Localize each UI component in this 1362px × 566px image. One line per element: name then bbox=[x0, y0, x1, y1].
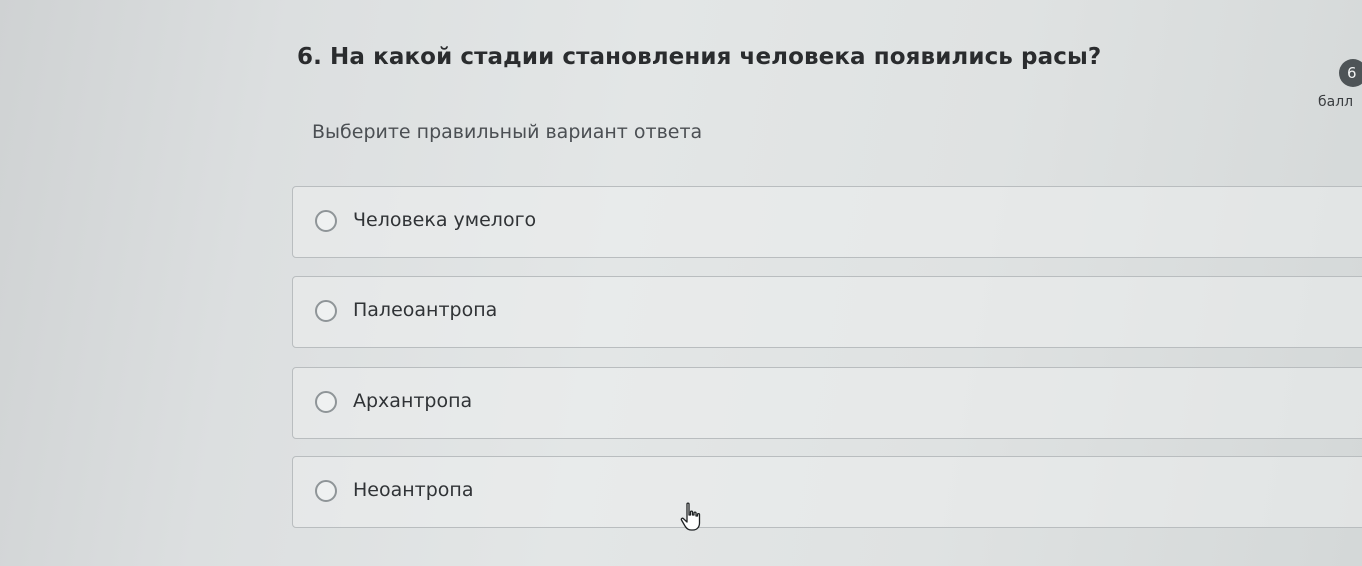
radio-circle-icon[interactable] bbox=[315, 391, 337, 413]
answer-instruction: Выберите правильный вариант ответа bbox=[312, 121, 703, 143]
radio-circle-icon[interactable] bbox=[315, 210, 337, 232]
radio-circle-icon[interactable] bbox=[315, 300, 337, 322]
answer-option-label: Неоантропа bbox=[353, 479, 474, 501]
answer-option-1[interactable]: Человека умелого bbox=[292, 186, 1362, 258]
answer-option-2[interactable]: Палеоантропа bbox=[292, 276, 1362, 348]
answer-option-4[interactable]: Неоантропа bbox=[292, 456, 1362, 528]
answer-option-3[interactable]: Архантропа bbox=[292, 367, 1362, 439]
question-title: 6. На какой стадии становления человека … bbox=[297, 44, 1102, 70]
answer-option-label: Человека умелого bbox=[353, 209, 537, 231]
answer-option-label: Архантропа bbox=[353, 390, 473, 412]
points-badge: 6 bbox=[1339, 59, 1362, 87]
hand-pointer-icon bbox=[680, 502, 701, 531]
radio-circle-icon[interactable] bbox=[315, 480, 337, 502]
points-label: балл bbox=[1318, 94, 1354, 110]
answer-option-label: Палеоантропа bbox=[353, 299, 498, 321]
